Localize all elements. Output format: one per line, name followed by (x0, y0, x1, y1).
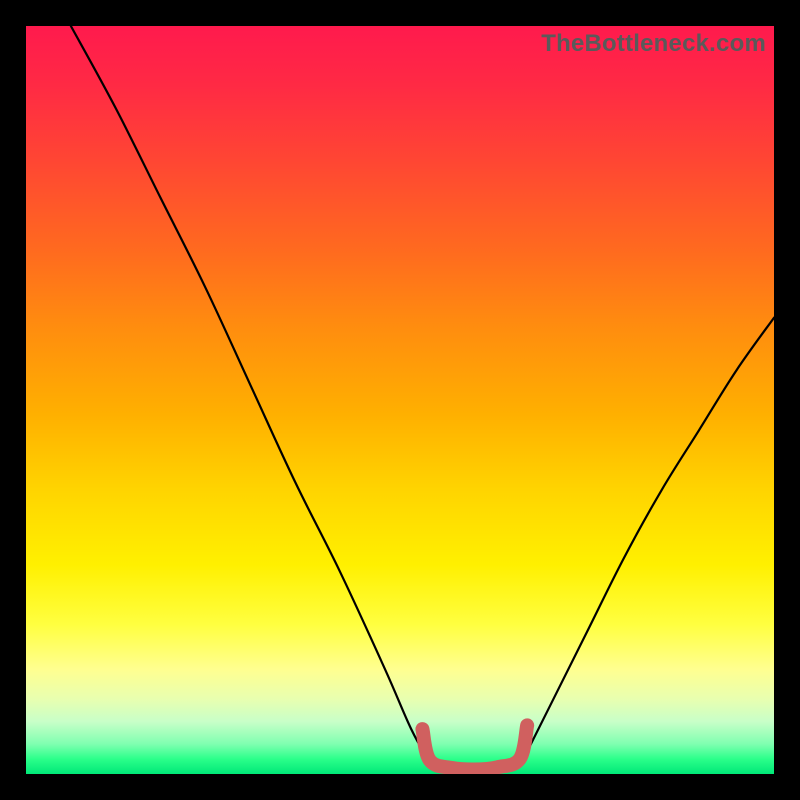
plot-area: TheBottleneck.com (26, 26, 774, 774)
curve-right (523, 318, 774, 759)
curve-valley (422, 725, 527, 769)
chart-frame: TheBottleneck.com (0, 0, 800, 800)
curve-left (71, 26, 430, 763)
chart-svg (26, 26, 774, 774)
